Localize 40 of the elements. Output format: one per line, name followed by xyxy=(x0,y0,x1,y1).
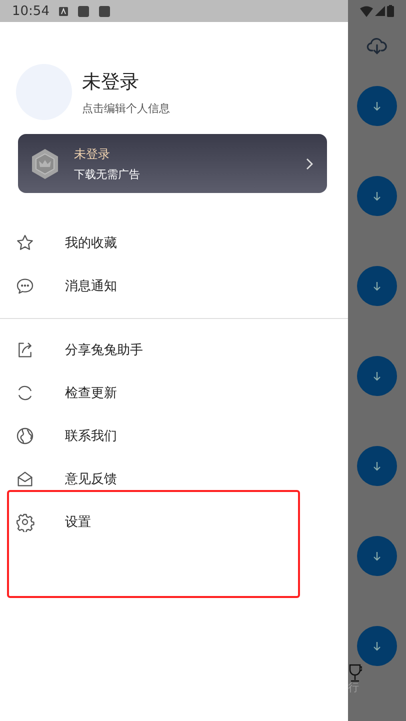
menu-item[interactable]: 消息通知 xyxy=(0,264,348,307)
notification-icon xyxy=(78,6,90,16)
settings-icon xyxy=(15,512,35,532)
download-button[interactable] xyxy=(357,86,397,126)
vip-title: 未登录 xyxy=(74,146,111,162)
arrow-down-icon xyxy=(372,191,382,201)
star-icon xyxy=(15,232,35,252)
battery-icon xyxy=(387,5,394,17)
arrow-down-icon xyxy=(372,461,382,471)
arrow-down-icon xyxy=(372,551,382,561)
download-button[interactable] xyxy=(357,536,397,576)
download-button[interactable] xyxy=(357,446,397,486)
download-button[interactable] xyxy=(357,176,397,216)
download-button[interactable] xyxy=(357,266,397,306)
cloud-download-icon xyxy=(366,36,388,56)
trophy-icon xyxy=(348,664,362,682)
menu-item[interactable]: 分享兔兔助手 xyxy=(0,328,348,371)
signal-icon xyxy=(375,6,385,16)
globe-icon xyxy=(15,426,35,446)
vip-card[interactable]: 未登录 下载无需广告 xyxy=(18,134,327,193)
download-button[interactable] xyxy=(357,356,397,396)
notification-icon xyxy=(99,6,110,16)
download-button[interactable] xyxy=(357,626,397,666)
menu-item[interactable]: 意见反馈 xyxy=(0,457,348,500)
chevron-right-icon xyxy=(305,158,313,170)
menu-item[interactable]: 设置 xyxy=(0,500,348,543)
arrow-down-icon xyxy=(372,371,382,381)
menu-item[interactable]: 我的收藏 xyxy=(0,221,348,264)
wifi-icon xyxy=(360,6,373,16)
user-name[interactable]: 未登录 xyxy=(82,68,170,94)
arrow-down-icon xyxy=(372,641,382,651)
edit-profile-hint: 点击编辑个人信息 xyxy=(82,100,170,116)
crown-badge-icon xyxy=(30,148,60,180)
status-time: 10:54 xyxy=(12,4,50,18)
arrow-down-icon xyxy=(372,281,382,291)
menu-item[interactable]: 联系我们 xyxy=(0,414,348,457)
keyboard-icon xyxy=(59,6,68,16)
vip-subtitle: 下载无需广告 xyxy=(74,166,141,182)
arrow-down-icon xyxy=(372,101,382,111)
menu-item[interactable]: 检查更新 xyxy=(0,371,348,414)
